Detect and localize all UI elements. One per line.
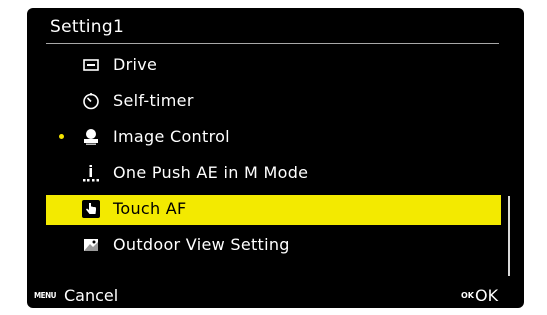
header-divider (46, 43, 499, 44)
scrollbar[interactable] (508, 196, 510, 276)
menu-item-label: Touch AF (113, 199, 187, 218)
menu-item-label: Outdoor View Setting (113, 235, 290, 254)
self-timer-icon (81, 91, 101, 111)
menu-item-touch-af[interactable]: Touch AF (46, 195, 501, 225)
menu-item-label: Image Control (113, 127, 230, 146)
menu-item-self-timer[interactable]: Self-timer (46, 87, 501, 117)
outdoor-view-icon (81, 235, 101, 255)
cancel-button[interactable]: Cancel (64, 286, 118, 305)
menu-key-icon: MENU (34, 291, 56, 300)
menu-item-label: One Push AE in M Mode (113, 163, 309, 182)
image-control-icon (81, 127, 101, 147)
one-push-ae-icon (81, 163, 101, 183)
camera-menu-screen: Setting1 Drive Self-timer Image Control … (27, 8, 524, 308)
menu-item-outdoor-view[interactable]: Outdoor View Setting (46, 231, 501, 261)
drive-icon (81, 55, 101, 75)
active-marker-dot (59, 134, 64, 139)
menu-item-drive[interactable]: Drive (46, 51, 501, 81)
menu-item-image-control[interactable]: Image Control (46, 123, 501, 153)
menu-item-one-push-ae[interactable]: One Push AE in M Mode (46, 159, 501, 189)
touch-af-icon (81, 199, 101, 219)
menu-footer: MENU Cancel OK OK (27, 284, 524, 308)
menu-item-label: Drive (113, 55, 158, 74)
page-title: Setting1 (50, 17, 125, 37)
ok-key-icon: OK (461, 291, 474, 300)
menu-header: Setting1 (27, 8, 524, 44)
menu-item-label: Self-timer (113, 91, 194, 110)
ok-button[interactable]: OK (475, 286, 498, 305)
